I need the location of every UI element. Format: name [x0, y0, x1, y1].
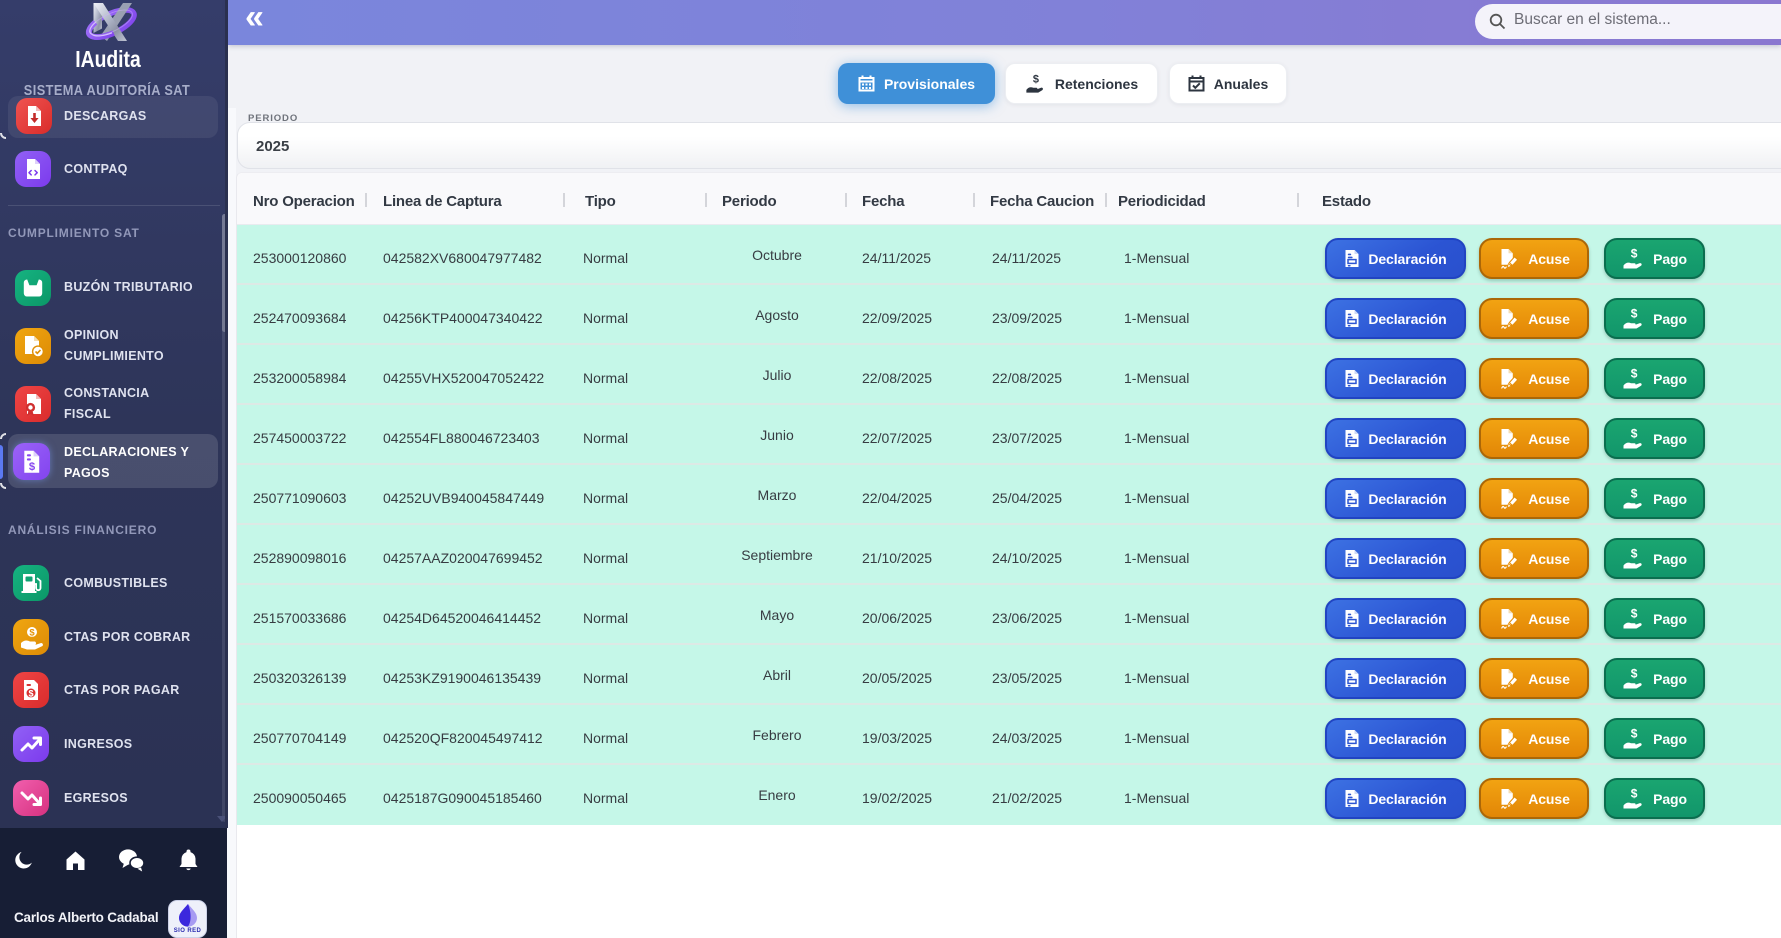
svg-text:$: $	[29, 628, 35, 639]
svg-text:$: $	[1631, 607, 1638, 621]
svg-text:$: $	[1631, 787, 1638, 801]
svg-text:$: $	[29, 461, 36, 473]
svg-text:$: $	[1631, 487, 1638, 501]
svg-text:$: $	[1631, 307, 1638, 321]
svg-text:$: $	[1631, 667, 1638, 681]
svg-text:$: $	[28, 688, 33, 698]
svg-text:$: $	[1631, 367, 1638, 381]
svg-text:$: $	[1631, 547, 1638, 561]
svg-text:$: $	[1631, 247, 1638, 261]
svg-text:$: $	[1631, 427, 1638, 441]
svg-text:$: $	[1033, 74, 1039, 86]
svg-text:$: $	[1631, 727, 1638, 741]
